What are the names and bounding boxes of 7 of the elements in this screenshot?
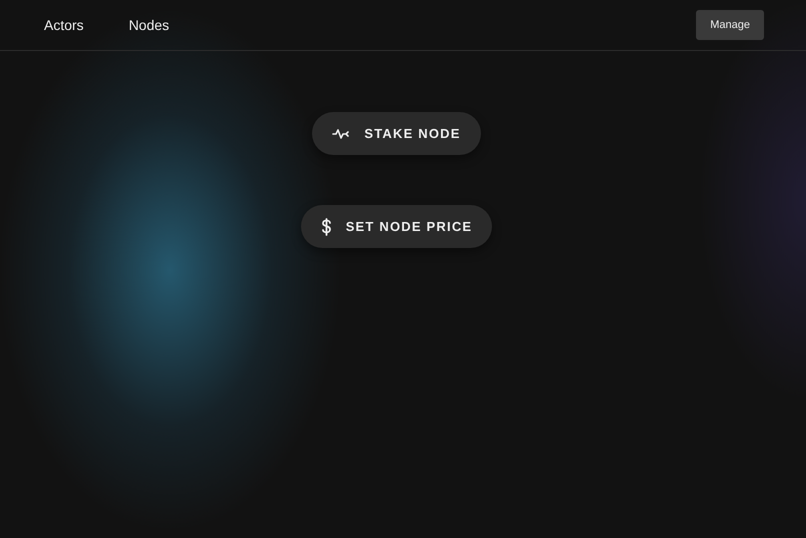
nav-link[interactable]: Nodes	[128, 17, 170, 33]
manage-button[interactable]: Manage	[696, 10, 764, 40]
pulse-icon	[332, 128, 350, 140]
dollar-icon	[320, 218, 332, 236]
nav-link[interactable]: Actors	[44, 17, 84, 33]
action-button[interactable]: STAKE NODE	[312, 112, 481, 155]
action-button[interactable]: SET NODE PRICE	[300, 205, 492, 248]
